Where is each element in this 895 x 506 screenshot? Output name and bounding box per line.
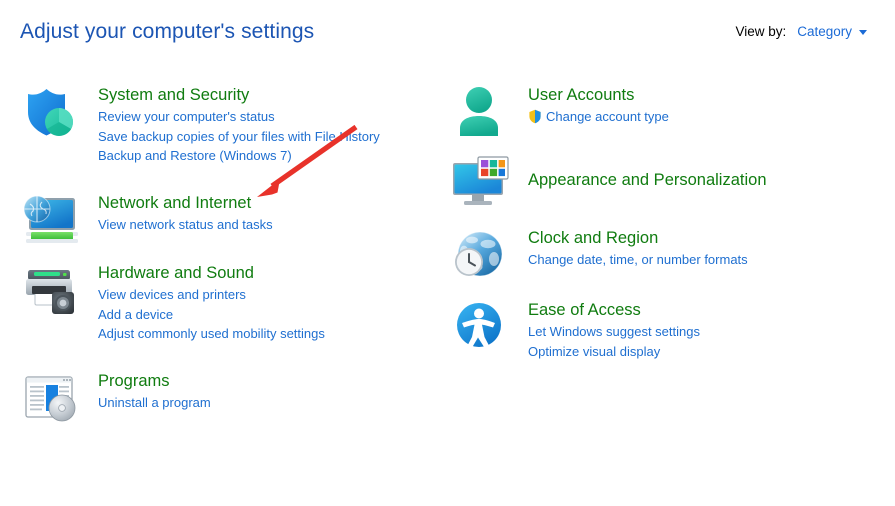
link-optimize-visual-display[interactable]: Optimize visual display (528, 342, 878, 362)
category-appearance-and-personalization[interactable]: Appearance and Personalization (448, 155, 878, 223)
category-title[interactable]: Ease of Access (528, 299, 641, 321)
network-monitor-globe-icon (18, 192, 82, 250)
category-clock-and-region[interactable]: Clock and Region Change date, time, or n… (448, 227, 878, 295)
link-review-computer-status[interactable]: Review your computer's status (98, 107, 448, 127)
category-ease-of-access[interactable]: Ease of Access Let Windows suggest setti… (448, 299, 878, 369)
link-view-network-status[interactable]: View network status and tasks (98, 215, 448, 235)
category-title[interactable]: Programs (98, 370, 170, 392)
accessibility-person-icon (448, 299, 512, 357)
link-save-backup-copies[interactable]: Save backup copies of your files with Fi… (98, 127, 448, 147)
category-links: Change date, time, or number formats (528, 250, 878, 270)
link-label: Change account type (546, 109, 669, 124)
category-links: Uninstall a program (98, 393, 448, 413)
category-hardware-and-sound[interactable]: Hardware and Sound View devices and prin… (18, 262, 448, 366)
page-title: Adjust your computer's settings (20, 20, 315, 43)
view-by-control: View by: Category (735, 24, 867, 39)
category-links: Let Windows suggest settings Optimize vi… (528, 322, 878, 361)
category-links: View network status and tasks (98, 215, 448, 235)
chevron-down-icon (859, 30, 867, 35)
view-by-dropdown[interactable]: Category (797, 24, 867, 39)
uac-shield-icon (528, 109, 542, 124)
category-title[interactable]: Clock and Region (528, 227, 658, 249)
link-let-windows-suggest-settings[interactable]: Let Windows suggest settings (528, 322, 878, 342)
monitor-color-swatches-icon (448, 155, 512, 213)
link-backup-and-restore[interactable]: Backup and Restore (Windows 7) (98, 146, 448, 166)
printer-speaker-icon (18, 262, 82, 320)
link-add-a-device[interactable]: Add a device (98, 305, 448, 325)
link-change-date-time-formats[interactable]: Change date, time, or number formats (528, 250, 878, 270)
category-column-right: User Accounts Change account type Appear… (448, 84, 878, 373)
category-title[interactable]: Hardware and Sound (98, 262, 254, 284)
category-title[interactable]: Network and Internet (98, 192, 251, 214)
category-network-and-internet[interactable]: Network and Internet View network status… (18, 192, 448, 258)
category-user-accounts[interactable]: User Accounts Change account type (448, 84, 878, 151)
link-uninstall-a-program[interactable]: Uninstall a program (98, 393, 448, 413)
category-title[interactable]: User Accounts (528, 84, 634, 106)
view-by-label: View by: (735, 24, 787, 39)
program-window-disc-icon (18, 370, 82, 428)
user-person-icon (448, 84, 512, 142)
category-programs[interactable]: Programs Uninstall a program (18, 370, 448, 436)
link-change-account-type[interactable]: Change account type (528, 107, 878, 127)
category-system-and-security[interactable]: System and Security Review your computer… (18, 84, 448, 188)
shield-icon (18, 84, 82, 142)
link-adjust-mobility-settings[interactable]: Adjust commonly used mobility settings (98, 324, 448, 344)
category-links: Review your computer's status Save backu… (98, 107, 448, 166)
category-title[interactable]: System and Security (98, 84, 249, 106)
globe-clock-icon (448, 227, 512, 285)
category-column-left: System and Security Review your computer… (18, 84, 448, 440)
link-view-devices-and-printers[interactable]: View devices and printers (98, 285, 448, 305)
category-title[interactable]: Appearance and Personalization (528, 169, 767, 191)
view-by-selected-value: Category (797, 24, 852, 39)
category-links: View devices and printers Add a device A… (98, 285, 448, 344)
category-links: Change account type (528, 107, 878, 127)
